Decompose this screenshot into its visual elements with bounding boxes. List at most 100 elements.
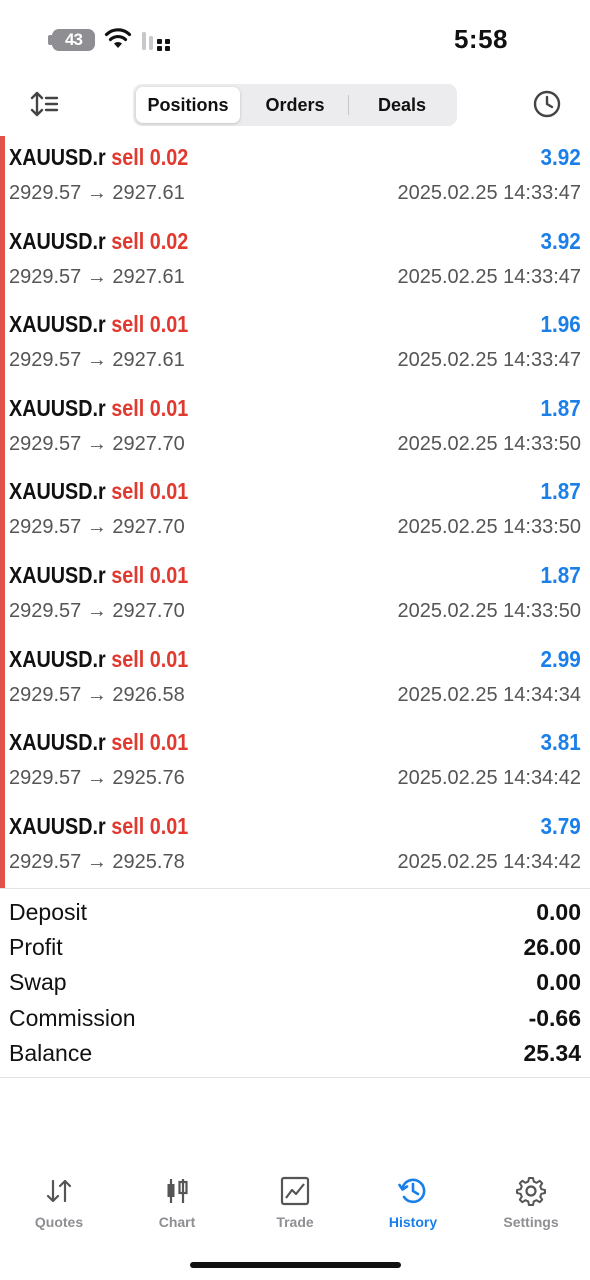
open-close-prices: 2929.57 → 2927.61 — [9, 265, 185, 288]
tab-trade[interactable]: Trade — [236, 1170, 354, 1240]
summary-panel: Deposit 0.00 Profit 26.00 Swap 0.00 Comm… — [0, 895, 590, 1071]
deal-time: 2025.02.25 14:33:47 — [397, 182, 581, 204]
tab-settings[interactable]: Settings — [472, 1170, 590, 1240]
tab-label: Chart — [158, 1214, 196, 1230]
history-clock-icon — [398, 1178, 426, 1204]
tab-orders[interactable]: Orders — [243, 87, 347, 123]
symbol-name: XAUUSD.r — [9, 144, 106, 170]
period-clock-icon[interactable] — [532, 89, 562, 119]
trade-side-volume: sell 0.01 — [111, 645, 189, 672]
trade-side-volume: sell 0.01 — [111, 561, 189, 588]
open-close-prices: 2929.57 → 2925.78 — [9, 850, 185, 873]
position-row[interactable]: XAUUSD.r sell 0.01 3.79 2929.57 → 2925.78 2… — [0, 805, 590, 889]
position-row[interactable]: XAUUSD.r sell 0.01 2.99 2929.57 → 2926.58 2… — [0, 638, 590, 722]
position-row[interactable]: XAUUSD.r sell 0.02 3.92 2929.57 → 2927.61 2… — [0, 220, 590, 304]
symbol-name: XAUUSD.r — [9, 478, 106, 505]
position-row[interactable]: XAUUSD.r sell 0.01 1.87 2929.57 → 2927.70 2… — [0, 470, 590, 554]
symbol-name: XAUUSD.r — [9, 729, 106, 756]
sort-icon[interactable] — [28, 90, 60, 118]
tab-chart[interactable]: Chart — [118, 1170, 236, 1240]
summary-separator — [0, 1077, 590, 1078]
symbol-name: XAUUSD.r — [9, 812, 106, 839]
summary-row-swap: Swap 0.00 — [0, 965, 590, 1000]
summary-label: Balance — [9, 1039, 93, 1066]
cellular-signal-icon — [142, 32, 170, 51]
trade-side-volume: sell 0.01 — [111, 311, 189, 338]
position-profit: 3.92 — [540, 144, 581, 170]
summary-label: Commission — [9, 1004, 136, 1031]
tab-positions[interactable]: Positions — [136, 87, 240, 123]
deal-time: 2025.02.25 14:33:47 — [397, 265, 581, 288]
tab-label: Trade — [276, 1214, 314, 1230]
position-profit: 3.92 — [540, 227, 581, 254]
position-row[interactable]: XAUUSD.r sell 0.02 3.92 2929.57 → 2927.61 2… — [0, 136, 590, 220]
position-profit: 3.79 — [540, 812, 581, 839]
deal-time: 2025.02.25 14:34:42 — [397, 767, 581, 790]
open-close-prices: 2929.57 → 2926.58 — [9, 683, 185, 706]
position-row[interactable]: XAUUSD.r sell 0.01 1.87 2929.57 → 2927.70 2… — [0, 387, 590, 471]
position-row[interactable]: XAUUSD.r sell 0.01 3.81 2929.57 → 2925.76 2… — [0, 721, 590, 805]
position-profit: 3.81 — [540, 729, 581, 756]
position-symbol: XAUUSD.r sell 0.01 — [9, 395, 188, 422]
trade-side-volume: sell 0.01 — [111, 478, 189, 505]
summary-value: 0.00 — [536, 969, 581, 996]
symbol-name: XAUUSD.r — [9, 227, 106, 254]
position-profit: 1.96 — [540, 311, 581, 338]
open-close-prices: 2929.57 → 2925.76 — [9, 767, 185, 790]
symbol-name: XAUUSD.r — [9, 394, 106, 421]
deal-time: 2025.02.25 14:33:47 — [397, 349, 581, 372]
segment-divider — [348, 95, 349, 115]
summary-row-balance: Balance 25.34 — [0, 1036, 590, 1071]
summary-label: Profit — [9, 934, 63, 961]
symbol-name: XAUUSD.r — [9, 645, 106, 672]
home-indicator — [190, 1262, 401, 1268]
open-close-prices: 2929.57 → 2927.70 — [9, 599, 185, 622]
gear-icon — [516, 1177, 546, 1206]
summary-row-commission: Commission -0.66 — [0, 1001, 590, 1036]
trade-chart-icon — [280, 1176, 310, 1206]
open-close-prices: 2929.57 → 2927.70 — [9, 432, 185, 455]
position-symbol: XAUUSD.r sell 0.01 — [9, 562, 188, 589]
position-symbol: XAUUSD.r sell 0.01 — [9, 729, 188, 756]
open-close-prices: 2929.57 → 2927.70 — [9, 516, 185, 539]
tab-quotes[interactable]: Quotes — [0, 1170, 118, 1240]
trade-side-volume: sell 0.01 — [111, 394, 189, 421]
tab-label: History — [388, 1214, 438, 1230]
tab-label: Quotes — [34, 1214, 84, 1230]
wifi-icon — [104, 28, 132, 48]
bottom-tab-bar: Quotes Chart Trade History Settings — [0, 1170, 590, 1240]
position-symbol: XAUUSD.r sell 0.02 — [9, 144, 188, 171]
position-profit: 1.87 — [540, 478, 581, 505]
summary-value: -0.66 — [528, 1004, 581, 1031]
trade-side-volume: sell 0.01 — [111, 812, 189, 839]
position-symbol: XAUUSD.r sell 0.01 — [9, 813, 188, 840]
segmented-control: Positions Orders Deals — [133, 84, 457, 126]
battery-icon: 43 — [52, 29, 95, 51]
trade-side-volume: sell 0.02 — [111, 227, 189, 254]
summary-value: 25.34 — [523, 1039, 581, 1066]
list-separator — [0, 888, 590, 889]
history-list: XAUUSD.r sell 0.02 3.92 2929.57 → 2927.61 2… — [0, 136, 590, 888]
deal-time: 2025.02.25 14:33:50 — [397, 432, 581, 455]
tab-deals[interactable]: Deals — [350, 87, 454, 123]
deal-time: 2025.02.25 14:33:50 — [397, 599, 581, 622]
status-bar: 43 5:58 — [0, 0, 590, 80]
summary-row-profit: Profit 26.00 — [0, 930, 590, 965]
deal-time: 2025.02.25 14:34:34 — [397, 683, 581, 706]
position-row[interactable]: XAUUSD.r sell 0.01 1.87 2929.57 → 2927.70 2… — [0, 554, 590, 638]
status-time: 5:58 — [453, 24, 508, 54]
deal-time: 2025.02.25 14:34:42 — [397, 850, 581, 873]
position-profit: 1.87 — [540, 561, 581, 588]
symbol-name: XAUUSD.r — [9, 561, 106, 588]
summary-row-deposit: Deposit 0.00 — [0, 895, 590, 930]
trade-side-volume: sell 0.02 — [111, 144, 189, 170]
position-symbol: XAUUSD.r sell 0.01 — [9, 478, 188, 505]
position-symbol: XAUUSD.r sell 0.01 — [9, 646, 188, 673]
position-row[interactable]: XAUUSD.r sell 0.01 1.96 2929.57 → 2927.61 2… — [0, 303, 590, 387]
position-profit: 1.87 — [540, 394, 581, 421]
position-symbol: XAUUSD.r sell 0.02 — [9, 228, 188, 255]
position-profit: 2.99 — [540, 645, 581, 672]
tab-history[interactable]: History — [354, 1170, 472, 1240]
open-close-prices: 2929.57 → 2927.61 — [9, 349, 185, 372]
summary-label: Swap — [9, 969, 67, 996]
